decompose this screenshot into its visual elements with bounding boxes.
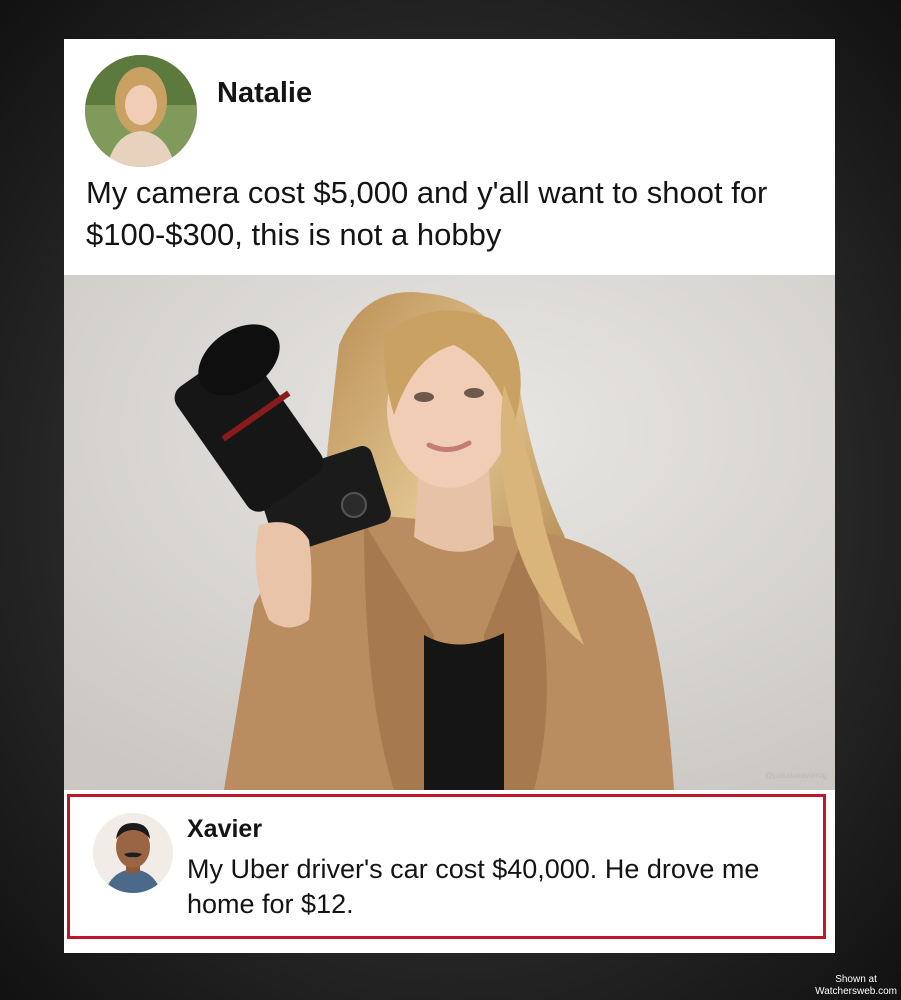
site-credit: Shown at Watchersweb.com: [815, 974, 897, 998]
post-author-name[interactable]: Natalie: [217, 77, 312, 110]
reply-text: My Uber driver's car cost $40,000. He dr…: [187, 854, 760, 919]
meme-card: Natalie My camera cost $5,000 and y'all …: [64, 39, 835, 953]
credit-line-1: Shown at: [835, 974, 877, 985]
credit-line-2[interactable]: Watchersweb.com: [815, 986, 897, 998]
post-header: Natalie My camera cost $5,000 and y'all …: [64, 39, 835, 275]
reply-author-avatar[interactable]: [93, 813, 173, 893]
post-text: My camera cost $5,000 and y'all want to …: [86, 175, 768, 252]
reply-author-name[interactable]: Xavier: [187, 815, 262, 844]
image-watermark: @pakaluxavierog: [765, 771, 827, 780]
post-photo[interactable]: @pakaluxavierog: [64, 275, 835, 790]
avatar-portrait: [85, 55, 197, 167]
photographer-with-camera-image: [64, 275, 835, 790]
reply-avatar-portrait: [93, 813, 173, 893]
reply-comment: Xavier My Uber driver's car cost $40,000…: [67, 794, 826, 939]
author-avatar[interactable]: [85, 55, 197, 167]
